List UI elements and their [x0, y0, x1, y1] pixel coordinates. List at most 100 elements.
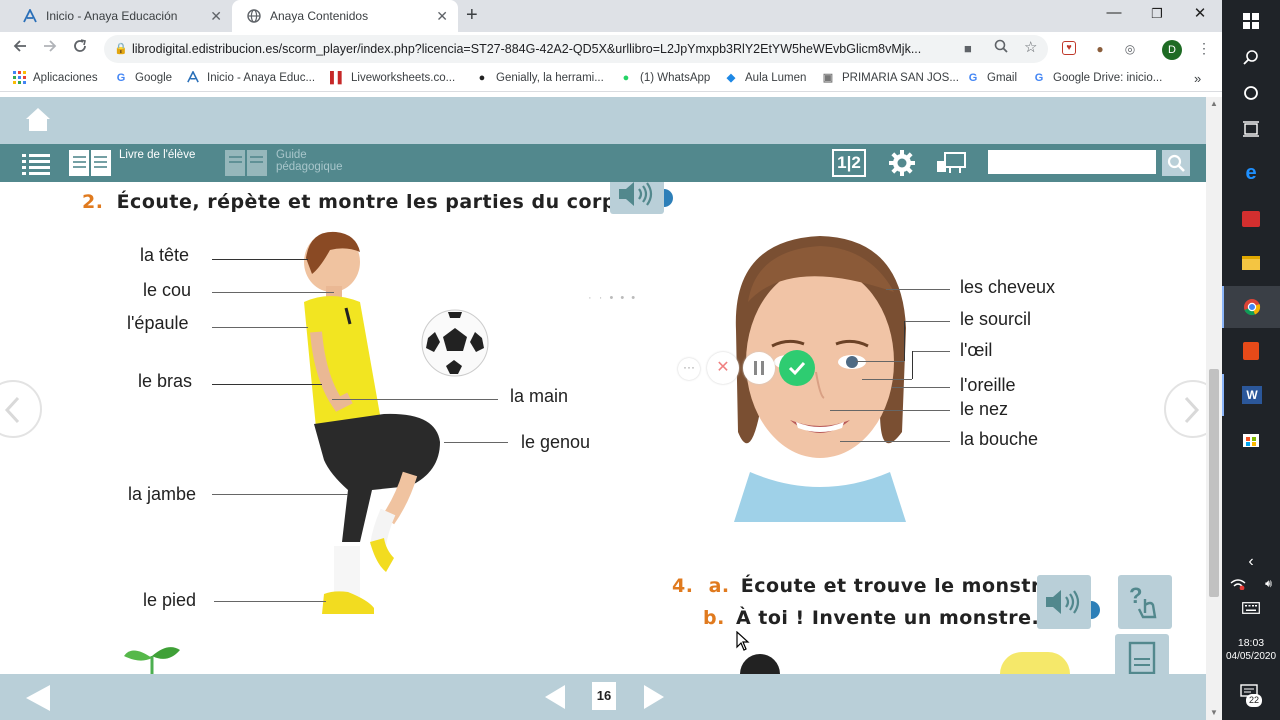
audio-button-ex2[interactable]	[610, 182, 664, 214]
bookmark-gmail[interactable]: G Gmail	[966, 71, 1017, 85]
exercise-4a: 4. a. Écoute et trouve le monstre.	[672, 575, 1062, 597]
bookmark-google-drive[interactable]: G Google Drive: inicio...	[1032, 71, 1163, 85]
back-button[interactable]	[12, 38, 28, 59]
profile-avatar[interactable]: D	[1162, 40, 1182, 60]
forward-button[interactable]	[42, 38, 58, 59]
bookmark-google[interactable]: G Google	[114, 71, 172, 85]
teacher-guide-label[interactable]: Guide pédagogique	[276, 149, 343, 173]
more-bookmarks-icon[interactable]: »	[1194, 71, 1201, 86]
close-tab-icon[interactable]: ✕	[436, 8, 448, 25]
pause-button[interactable]	[743, 352, 775, 384]
keyboard-icon[interactable]	[1222, 590, 1280, 626]
next-page-arrow[interactable]	[1164, 380, 1206, 438]
label-le-genou[interactable]: le genou	[521, 432, 590, 453]
menu-list-icon[interactable]	[22, 152, 50, 181]
tray-expand-icon[interactable]: ‹	[1222, 542, 1280, 582]
audio-indicator	[664, 189, 673, 207]
worksheet-button[interactable]	[1115, 634, 1169, 674]
scroll-down-icon[interactable]: ▼	[1210, 708, 1218, 717]
google-icon: G	[968, 72, 978, 84]
label-l-oeil[interactable]: l'œil	[960, 340, 992, 361]
next-page-button[interactable]	[642, 684, 666, 715]
document-icon	[1128, 641, 1156, 674]
search-input[interactable]	[988, 150, 1156, 174]
settings-gear-icon[interactable]	[888, 149, 916, 182]
wrong-answer-button[interactable]: ✕	[707, 352, 739, 384]
label-le-cou[interactable]: le cou	[143, 280, 191, 301]
bookmark-apps[interactable]: Aplicaciones	[12, 71, 98, 85]
home-icon[interactable]	[24, 105, 52, 138]
audio-button-ex4[interactable]	[1037, 575, 1091, 629]
projector-icon[interactable]	[936, 152, 966, 179]
label-la-tete[interactable]: la tête	[140, 245, 189, 266]
label-le-nez[interactable]: le nez	[960, 399, 1008, 420]
page-scrollbar[interactable]: ▲ ▼	[1206, 97, 1222, 720]
student-book-icon[interactable]	[68, 149, 112, 182]
label-le-bras[interactable]: le bras	[138, 371, 192, 392]
pointer-line	[904, 321, 950, 322]
store-icon[interactable]	[1222, 418, 1280, 460]
anaya-favicon-icon	[186, 70, 200, 85]
edge-browser-icon[interactable]: e	[1222, 152, 1280, 194]
bookmark-star-icon[interactable]: ☆	[1024, 38, 1037, 56]
question-hand-icon: ?	[1129, 583, 1157, 619]
camera-blocked-icon[interactable]: ■	[964, 41, 972, 56]
label-le-pied[interactable]: le pied	[143, 590, 196, 611]
label-les-cheveux[interactable]: les cheveux	[960, 277, 1055, 298]
label-la-bouche[interactable]: la bouche	[960, 429, 1038, 450]
lock-icon: 🔒	[114, 43, 128, 55]
google-icon: G	[1034, 72, 1044, 84]
address-bar[interactable]: 🔒 librodigital.edistribucion.es/scorm_pl…	[104, 35, 1048, 63]
label-la-jambe[interactable]: la jambe	[128, 484, 196, 505]
interactive-activity-button[interactable]: ?	[1118, 575, 1172, 629]
student-book-label[interactable]: Livre de l'élève	[119, 149, 195, 161]
bookmark-primaria[interactable]: ▣ PRIMARIA SAN JOS...	[821, 71, 959, 85]
tab-inicio-anaya[interactable]: Inicio - Anaya Educación ✕	[8, 0, 232, 32]
previous-page-arrow[interactable]	[0, 380, 42, 438]
scrollbar-thumb[interactable]	[1209, 369, 1219, 597]
label-la-main[interactable]: la main	[510, 386, 568, 407]
bookmark-genially[interactable]: ● Genially, la herrami...	[475, 71, 604, 85]
loading-dots: · · • • •	[588, 292, 638, 304]
tab-anaya-contenidos[interactable]: Anaya Contenidos ✕	[232, 0, 458, 32]
extension-cookie-icon[interactable]: ●	[1092, 41, 1108, 57]
label-l-oreille[interactable]: l'oreille	[960, 375, 1015, 396]
exercise-4a-text: Écoute et trouve le monstre.	[740, 575, 1062, 597]
task-view-icon[interactable]	[1222, 108, 1280, 150]
zoom-icon[interactable]	[994, 39, 1008, 56]
page-number[interactable]: 16	[592, 682, 616, 710]
scroll-up-icon[interactable]: ▲	[1210, 99, 1218, 108]
previous-page-button[interactable]	[543, 684, 567, 715]
bookmark-liveworksheets[interactable]: ▌▌ Liveworksheets.co...	[330, 71, 455, 85]
bookmark-whatsapp[interactable]: ● (1) WhatsApp	[619, 71, 711, 85]
chrome-icon[interactable]	[1222, 286, 1280, 328]
page-mode-button[interactable]: 1|2	[832, 149, 866, 177]
restore-button[interactable]: ❐	[1137, 6, 1177, 22]
clock[interactable]: 18:03 04/05/2020	[1222, 636, 1280, 664]
label-l-epaule[interactable]: l'épaule	[127, 313, 189, 334]
menu-dots-icon[interactable]: ⋮	[1197, 40, 1211, 57]
correct-answer-button[interactable]	[779, 350, 815, 386]
reader-app-icon[interactable]	[1222, 198, 1280, 240]
minimize-button[interactable]: —	[1094, 4, 1134, 21]
new-tab-button[interactable]: +	[466, 4, 478, 27]
notifications-button[interactable]: 22	[1240, 684, 1262, 707]
more-options-button[interactable]: ···	[678, 358, 700, 380]
close-window-button[interactable]: ✕	[1180, 4, 1220, 22]
reload-button[interactable]	[72, 38, 88, 59]
close-tab-icon[interactable]: ✕	[210, 8, 222, 25]
back-button[interactable]	[24, 684, 52, 717]
label-le-sourcil[interactable]: le sourcil	[960, 309, 1031, 330]
bookmark-aula-lumen[interactable]: ◆ Aula Lumen	[724, 71, 807, 85]
extension-pocket-icon[interactable]: ♥	[1062, 41, 1076, 55]
file-explorer-icon[interactable]	[1222, 242, 1280, 284]
bookmark-inicio-anaya[interactable]: Inicio - Anaya Educ...	[186, 70, 315, 85]
bookmark-label: PRIMARIA SAN JOS...	[842, 72, 959, 84]
word-icon[interactable]: W	[1222, 374, 1280, 416]
teacher-guide-icon[interactable]	[224, 149, 268, 182]
search-button[interactable]	[1162, 150, 1190, 176]
app-header	[0, 97, 1206, 144]
pointer-line	[912, 351, 913, 379]
acrobat-icon[interactable]	[1222, 330, 1280, 372]
extension-spiral-icon[interactable]: ◎	[1122, 41, 1138, 57]
